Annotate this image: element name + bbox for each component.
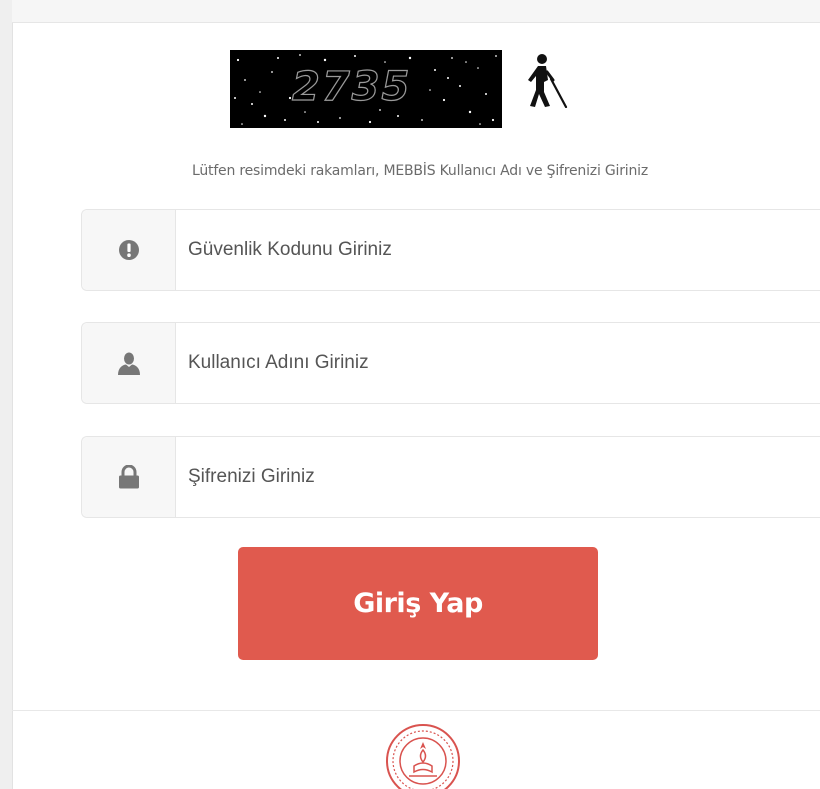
login-page: 2735 Lütfen resimdeki rakamları, MEBBİS … <box>0 0 820 789</box>
exclamation-circle-icon <box>118 240 139 260</box>
footer-divider <box>12 710 820 711</box>
left-rail <box>0 0 13 789</box>
password-addon <box>82 437 176 517</box>
username-field <box>81 322 820 404</box>
login-button[interactable]: Giriş Yap <box>238 547 598 660</box>
username-addon <box>82 323 176 403</box>
username-input[interactable] <box>176 323 820 403</box>
audio-captcha-button[interactable] <box>522 52 572 109</box>
password-input[interactable] <box>176 437 820 517</box>
security-code-field <box>81 209 820 291</box>
password-field <box>81 436 820 518</box>
security-code-addon <box>82 210 176 290</box>
captcha-code: 2735 <box>291 63 412 110</box>
instruction-text: Lütfen resimdeki rakamları, MEBBİS Kulla… <box>192 163 648 179</box>
blind-person-icon <box>528 54 568 109</box>
user-icon <box>117 352 140 375</box>
captcha-row: 2735 <box>230 50 572 128</box>
top-band <box>12 0 820 23</box>
ministry-seal-logo <box>384 722 462 789</box>
lock-icon <box>118 465 139 489</box>
security-code-input[interactable] <box>176 210 820 290</box>
captcha-image: 2735 <box>230 50 502 128</box>
